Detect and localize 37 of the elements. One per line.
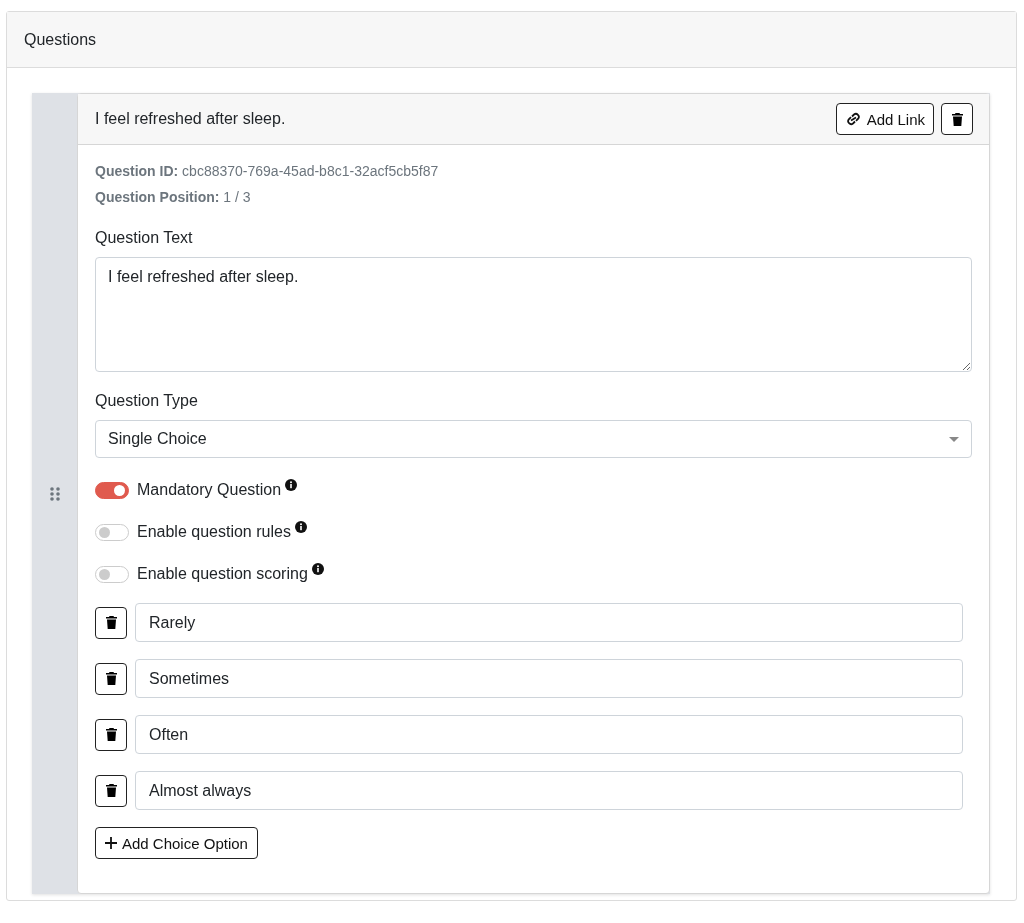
add-choice-option-button[interactable]: Add Choice Option (95, 827, 258, 859)
option-input-field[interactable]: Rarely (135, 603, 963, 642)
add-link-button[interactable]: Add Link (835, 103, 934, 135)
option-input-field[interactable]: Often (135, 715, 963, 754)
trash-icon (105, 672, 117, 685)
text-area[interactable]: I feel refreshed after sleep. (95, 257, 972, 372)
caret-icon (949, 436, 959, 442)
trash-icon (105, 784, 117, 797)
field-label: Question Text (95, 229, 193, 247)
delete-button[interactable] (941, 103, 973, 135)
panel-title: Questions (24, 30, 97, 49)
toggle-label: Enable question scoring (137, 565, 308, 583)
delete-button[interactable] (95, 662, 127, 695)
trash-icon (951, 112, 963, 126)
delete-button[interactable] (95, 718, 127, 751)
delete-button[interactable] (95, 774, 127, 807)
select-field[interactable]: Single Choice (95, 420, 972, 458)
toggle-switch[interactable] (95, 565, 129, 583)
toggle-label: Mandatory Question (137, 481, 282, 499)
plus-icon (105, 837, 117, 849)
trash-icon (105, 616, 117, 629)
link-icon (844, 112, 862, 126)
meta-text: Question Position: 1 / 3 (95, 189, 251, 205)
toggle-label: Enable question rules (137, 523, 291, 541)
drag-handle-icon[interactable] (49, 486, 60, 501)
question-title: I feel refreshed after sleep. (95, 110, 287, 128)
option-input-field[interactable]: Almost always (135, 771, 963, 810)
info-icon (311, 563, 324, 575)
field-label: Question Type (95, 392, 198, 410)
trash-icon (105, 728, 117, 741)
meta-text: Question ID: cbc88370-769a-45ad-b8c1-32acf5cb5f87 (95, 163, 439, 179)
option-input-field[interactable]: Sometimes (135, 659, 963, 698)
delete-button[interactable] (95, 606, 127, 639)
info-icon (294, 521, 307, 533)
toggle-switch[interactable] (95, 481, 129, 499)
toggle-switch[interactable] (95, 523, 129, 541)
info-icon (285, 479, 298, 491)
